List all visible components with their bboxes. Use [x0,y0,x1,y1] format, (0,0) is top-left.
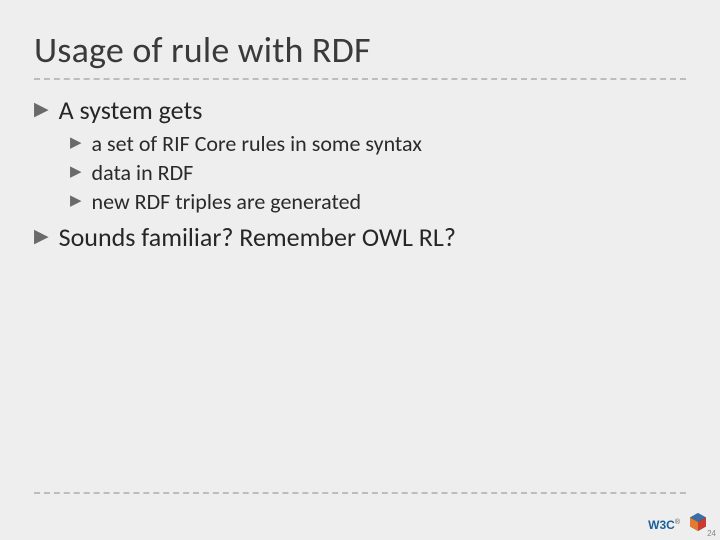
divider-top [34,78,686,80]
bullet-text: new RDF triples are generated [92,188,362,215]
footer-logos: W3C® [648,512,708,532]
divider-bottom [34,492,686,494]
bullet-text: a set of RIF Core rules in some syntax [92,130,422,157]
triangle-bullet-icon: ▶ [70,164,82,179]
triangle-bullet-icon: ▶ [70,135,82,150]
w3c-logo-icon: W3C® [648,518,680,532]
bullet-text: A system gets [59,94,203,126]
triangle-bullet-icon: ▶ [34,227,49,246]
triangle-bullet-icon: ▶ [70,193,82,208]
triangle-bullet-icon: ▶ [34,100,49,119]
page-number: 24 [707,529,716,538]
bullet-level2: ▶ data in RDF [70,159,686,186]
bullet-level2: ▶ a set of RIF Core rules in some syntax [70,130,686,157]
bullet-level2: ▶ new RDF triples are generated [70,188,686,215]
semantic-web-logo-icon [688,512,708,532]
bullet-text: Sounds familiar? Remember OWL RL? [59,221,456,253]
bullet-level1: ▶ A system gets [34,94,686,126]
slide: Usage of rule with RDF ▶ A system gets ▶… [0,0,720,540]
bullet-text: data in RDF [92,159,194,186]
bullet-level1: ▶ Sounds familiar? Remember OWL RL? [34,221,686,253]
slide-title: Usage of rule with RDF [34,28,686,72]
